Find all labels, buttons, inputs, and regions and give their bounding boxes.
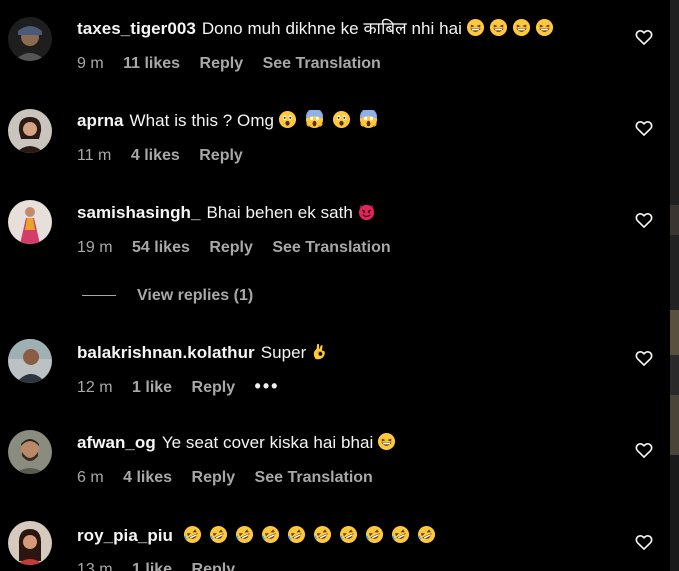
comment-item: aprna What is this ? Omg 11 m 4 likes Rep… [0, 92, 668, 184]
likes-count[interactable]: 1 like [132, 561, 172, 571]
comment-line: balakrishnan.kolathur Super [77, 342, 329, 364]
comment-username[interactable]: balakrishnan.kolathur [77, 343, 255, 362]
smiling-devil-emoji-icon [357, 202, 376, 221]
astonished-emoji-icon [278, 110, 297, 129]
like-heart-icon[interactable] [634, 532, 654, 552]
scream-emoji-icon [305, 110, 324, 129]
comment-username[interactable]: aprna [77, 111, 124, 130]
rofl-emoji-icon [365, 525, 384, 544]
comment-meta: 11 m 4 likes Reply [77, 146, 258, 166]
like-heart-icon[interactable] [634, 440, 654, 460]
comment-text: Super [260, 343, 307, 362]
avatar[interactable] [8, 339, 52, 383]
laughing-emoji-icon [535, 18, 554, 37]
comment-item: afwan_og Ye seat cover kiska hai bhai 6 m… [0, 416, 668, 508]
comment-username[interactable]: samishasingh_ [77, 203, 200, 222]
likes-count[interactable]: 1 like [132, 379, 172, 396]
comment-time: 19 m [77, 239, 113, 256]
comment-time: 13 m [77, 561, 113, 571]
emoji-group [179, 525, 436, 545]
see-translation-button[interactable]: See Translation [272, 239, 390, 256]
laughing-emoji-icon [466, 18, 485, 37]
emoji-group [373, 432, 396, 452]
comment-meta: 12 m 1 like Reply ••• [77, 376, 294, 398]
comment-line: aprna What is this ? Omg [77, 110, 378, 132]
comment-username[interactable]: taxes_tiger003 [77, 19, 196, 38]
avatar[interactable] [8, 109, 52, 153]
laughing-emoji-icon [377, 432, 396, 451]
avatar[interactable] [8, 17, 52, 61]
like-heart-icon[interactable] [634, 348, 654, 368]
comment-text: Ye seat cover kiska hai bhai [161, 433, 374, 452]
comment-time: 12 m [77, 379, 113, 396]
likes-count[interactable]: 11 likes [123, 55, 180, 72]
emoji-group [306, 343, 329, 362]
reply-button[interactable]: Reply [200, 55, 244, 72]
comment-item: roy_pia_piu 13 m 1 like Reply [0, 508, 668, 571]
rofl-emoji-icon [261, 525, 280, 544]
rofl-emoji-icon [287, 525, 306, 544]
see-translation-button[interactable]: See Translation [255, 469, 373, 486]
reply-button[interactable]: Reply [192, 469, 236, 486]
rofl-emoji-icon [417, 525, 436, 544]
likes-count[interactable]: 4 likes [131, 147, 180, 164]
reply-button[interactable]: Reply [209, 239, 253, 256]
comment-text: What is this ? Omg [129, 111, 275, 130]
comment-line: samishasingh_ Bhai behen ek sath [77, 202, 376, 224]
likes-count[interactable]: 54 likes [132, 239, 190, 256]
avatar[interactable] [8, 430, 52, 474]
comment-text: Bhai behen ek sath [206, 203, 353, 222]
comment-meta: 6 m 4 likes Reply See Translation [77, 468, 388, 488]
like-heart-icon[interactable] [634, 210, 654, 230]
comment-item: taxes_tiger003 Dono muh dikhne ke काबिल n… [0, 0, 668, 92]
see-translation-button[interactable]: See Translation [263, 55, 381, 72]
comment-item: balakrishnan.kolathur Super 12 m 1 like R… [0, 324, 668, 416]
emoji-group [353, 203, 376, 222]
astonished-emoji-icon [332, 110, 351, 129]
background-post-edge [670, 0, 679, 571]
reply-button[interactable]: Reply [192, 561, 236, 571]
reply-button[interactable]: Reply [199, 147, 243, 164]
rofl-emoji-icon [209, 525, 228, 544]
comment-time: 9 m [77, 55, 104, 72]
view-replies-label[interactable]: View replies (1) [137, 287, 253, 304]
comment-time: 11 m [77, 147, 112, 164]
comment-text: Dono muh dikhne ke काबिल nhi hai [201, 19, 462, 38]
replies-divider [82, 295, 116, 297]
comment-meta: 13 m 1 like Reply [77, 560, 250, 571]
comment-username[interactable]: afwan_og [77, 433, 156, 452]
rofl-emoji-icon [339, 525, 358, 544]
rofl-emoji-icon [391, 525, 410, 544]
view-replies-button[interactable]: View replies (1) [82, 286, 253, 306]
laughing-emoji-icon [489, 18, 508, 37]
like-heart-icon[interactable] [634, 27, 654, 47]
avatar[interactable] [8, 521, 52, 565]
comment-line: roy_pia_piu [77, 525, 436, 547]
rofl-emoji-icon [183, 525, 202, 544]
scream-emoji-icon [359, 110, 378, 129]
emoji-group [462, 18, 554, 38]
comment-meta: 9 m 11 likes Reply See Translation [77, 54, 396, 74]
more-options-icon[interactable]: ••• [255, 376, 280, 396]
rofl-emoji-icon [235, 525, 254, 544]
likes-count[interactable]: 4 likes [123, 469, 172, 486]
avatar[interactable] [8, 200, 52, 244]
comment-username[interactable]: roy_pia_piu [77, 526, 173, 545]
rofl-emoji-icon [313, 525, 332, 544]
reply-button[interactable]: Reply [192, 379, 236, 396]
laughing-emoji-icon [512, 18, 531, 37]
ok-hand-emoji-icon [310, 342, 329, 361]
comment-meta: 19 m 54 likes Reply See Translation [77, 238, 406, 258]
emoji-group [274, 110, 378, 130]
comment-line: afwan_og Ye seat cover kiska hai bhai [77, 432, 396, 454]
comment-line: taxes_tiger003 Dono muh dikhne ke काबिल n… [77, 18, 554, 40]
comment-time: 6 m [77, 469, 104, 486]
like-heart-icon[interactable] [634, 118, 654, 138]
